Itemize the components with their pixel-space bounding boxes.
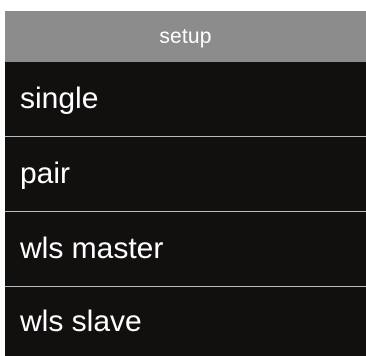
menu-item-wls-master[interactable]: wls master — [5, 212, 366, 286]
menu-item-single[interactable]: single — [5, 62, 366, 136]
menu-item-pair[interactable]: pair — [5, 137, 366, 211]
page-title: setup — [159, 24, 212, 48]
menu-item-label: wls master — [20, 232, 164, 265]
setup-screen: setup single pair wls master wls slave — [0, 0, 366, 356]
menu-item-label: single — [20, 82, 99, 115]
menu-item-wls-slave[interactable]: wls slave — [5, 287, 366, 356]
menu-item-label: pair — [20, 157, 71, 190]
menu-item-label: wls slave — [20, 304, 142, 338]
header-bar: setup — [5, 11, 366, 62]
setup-menu: single pair wls master wls slave — [5, 62, 366, 356]
